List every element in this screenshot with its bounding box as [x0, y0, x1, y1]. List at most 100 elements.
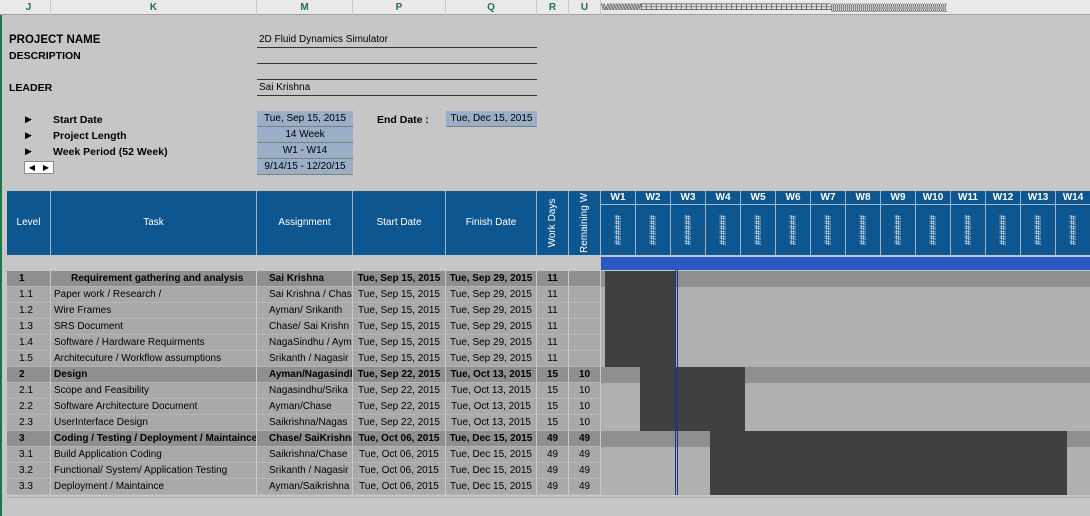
header-remaining[interactable]: Remaining W — [569, 191, 601, 255]
gantt-bar[interactable] — [709, 479, 1067, 495]
cell-start[interactable]: Tue, Sep 22, 2015 — [353, 383, 446, 399]
cell-finish[interactable]: Tue, Sep 29, 2015 — [446, 319, 537, 335]
week-header-14[interactable]: W14 ###### — [1056, 191, 1090, 255]
week-header-1[interactable]: W1 ###### — [601, 191, 636, 255]
start-date-field[interactable]: Tue, Sep 15, 2015 — [257, 111, 353, 127]
gantt-bar[interactable] — [604, 303, 675, 319]
task-row[interactable]: 2.1 Scope and Feasibility Nagasindhu/Srika… — [7, 383, 1090, 399]
week-header-9[interactable]: W9 ###### — [881, 191, 916, 255]
cell-assign[interactable]: Nagasindhu/Srika — [257, 383, 353, 399]
cell-assign[interactable]: Ayman/ Srikanth — [257, 303, 353, 319]
cell-task[interactable]: Paper work / Research / — [51, 287, 257, 303]
header-level[interactable]: Level — [7, 191, 51, 255]
cell-remain[interactable]: 49 — [569, 447, 601, 463]
cell-start[interactable]: Tue, Sep 15, 2015 — [353, 319, 446, 335]
cell-remain[interactable]: 10 — [569, 383, 601, 399]
column-header-k[interactable]: K — [51, 0, 257, 15]
cell-work[interactable]: 11 — [537, 335, 569, 351]
cell-remain[interactable]: 10 — [569, 415, 601, 431]
cell-finish[interactable]: Tue, Sep 29, 2015 — [446, 287, 537, 303]
cell-level[interactable]: 3.2 — [7, 463, 51, 479]
task-row[interactable]: 2.3 UserInterface Design Saikrishna/Nagas T… — [7, 415, 1090, 431]
scroll-right-icon[interactable]: ▶ — [39, 162, 53, 173]
cell-task[interactable]: Wire Frames — [51, 303, 257, 319]
cell-level[interactable]: 3.3 — [7, 479, 51, 495]
cell-work[interactable]: 49 — [537, 463, 569, 479]
end-date-field[interactable]: Tue, Dec 15, 2015 — [446, 111, 537, 127]
cell-assign[interactable]: Chase/ SaiKrishna — [257, 431, 353, 447]
cell-work[interactable]: 11 — [537, 351, 569, 367]
cell-finish[interactable]: Tue, Oct 13, 2015 — [446, 383, 537, 399]
cell-remain[interactable]: 49 — [569, 431, 601, 447]
cell-work[interactable]: 11 — [537, 303, 569, 319]
task-row[interactable]: 1.2 Wire Frames Ayman/ Srikanth Tue, Sep 15… — [7, 303, 1090, 319]
gantt-bar[interactable] — [604, 287, 675, 303]
cell-level[interactable]: 2.3 — [7, 415, 51, 431]
week-header-7[interactable]: W7 ###### — [811, 191, 846, 255]
task-row[interactable]: 1.1 Paper work / Research / Sai Krishna / … — [7, 287, 1090, 303]
week-header-5[interactable]: W5 ###### — [741, 191, 776, 255]
cell-start[interactable]: Tue, Sep 22, 2015 — [353, 415, 446, 431]
cell-start[interactable]: Tue, Sep 22, 2015 — [353, 367, 446, 383]
cell-level[interactable]: 2.1 — [7, 383, 51, 399]
task-row[interactable]: 1.4 Software / Hardware Requirments NagaSi… — [7, 335, 1090, 351]
week-header-6[interactable]: W6 ###### — [776, 191, 811, 255]
column-header-u[interactable]: U — [569, 0, 601, 15]
column-header-m[interactable]: M — [257, 0, 353, 15]
cell-finish[interactable]: Tue, Sep 29, 2015 — [446, 351, 537, 367]
cell-finish[interactable]: Tue, Oct 13, 2015 — [446, 367, 537, 383]
week-scroll-spinner[interactable]: ◀ ▶ — [24, 161, 54, 174]
cell-start[interactable]: Tue, Sep 15, 2015 — [353, 271, 446, 287]
task-group-row[interactable]: 3 Coding / Testing / Deployment / Maintai… — [7, 431, 1090, 447]
cell-assign[interactable]: Ayman/Nagasindh — [257, 367, 353, 383]
cell-work[interactable]: 49 — [537, 447, 569, 463]
cell-finish[interactable]: Tue, Sep 29, 2015 — [446, 335, 537, 351]
task-row[interactable]: 1.5 Architecuture / Workflow assumptions S… — [7, 351, 1090, 367]
cell-assign[interactable]: Sai Krishna — [257, 271, 353, 287]
cell-remain[interactable] — [569, 303, 601, 319]
cell-assign[interactable]: Srikanth / Nagasir — [257, 351, 353, 367]
header-task[interactable]: Task — [51, 191, 257, 255]
cell-start[interactable]: Tue, Oct 06, 2015 — [353, 479, 446, 495]
column-header-q[interactable]: Q — [446, 0, 537, 15]
cell-work[interactable]: 11 — [537, 319, 569, 335]
cell-task[interactable]: Deployment / Maintaince — [51, 479, 257, 495]
cell-task[interactable]: Functional/ System/ Application Testing — [51, 463, 257, 479]
cell-task[interactable]: Scope and Feasibility — [51, 383, 257, 399]
cell-task[interactable]: UserInterface Design — [51, 415, 257, 431]
gantt-bar[interactable] — [709, 447, 1067, 463]
cell-level[interactable]: 1.4 — [7, 335, 51, 351]
column-header-overflow[interactable]: \\\///////////////////////EEEEEEEEEEEEEE… — [601, 0, 1090, 15]
gantt-bar[interactable] — [639, 399, 745, 415]
cell-task[interactable]: Build Application Coding — [51, 447, 257, 463]
cell-start[interactable]: Tue, Sep 15, 2015 — [353, 303, 446, 319]
cell-remain[interactable]: 10 — [569, 367, 601, 383]
week-header-12[interactable]: W12 ###### — [986, 191, 1021, 255]
cell-finish[interactable]: Tue, Oct 13, 2015 — [446, 399, 537, 415]
cell-start[interactable]: Tue, Sep 15, 2015 — [353, 287, 446, 303]
gantt-bar[interactable] — [604, 351, 675, 367]
cell-task[interactable]: Architecuture / Workflow assumptions — [51, 351, 257, 367]
cell-work[interactable]: 11 — [537, 271, 569, 287]
week-header-2[interactable]: W2 ###### — [636, 191, 671, 255]
gantt-bar[interactable] — [709, 431, 1067, 447]
cell-assign[interactable]: Saikrishna/Chase — [257, 447, 353, 463]
cell-level[interactable]: 1 — [7, 271, 51, 287]
cell-remain[interactable]: 10 — [569, 399, 601, 415]
cell-finish[interactable]: Tue, Sep 29, 2015 — [446, 303, 537, 319]
cell-remain[interactable] — [569, 271, 601, 287]
gantt-bar[interactable] — [639, 415, 745, 431]
cell-assign[interactable]: Chase/ Sai Krishn — [257, 319, 353, 335]
scroll-left-icon[interactable]: ◀ — [25, 162, 39, 173]
cell-level[interactable]: 1.1 — [7, 287, 51, 303]
cell-level[interactable]: 2 — [7, 367, 51, 383]
project-length-field[interactable]: 14 Week — [257, 127, 353, 143]
cell-assign[interactable]: Srikanth / Nagasir — [257, 463, 353, 479]
cell-work[interactable]: 15 — [537, 399, 569, 415]
header-assignment[interactable]: Assignment — [257, 191, 353, 255]
cell-work[interactable]: 15 — [537, 367, 569, 383]
cell-finish[interactable]: Tue, Dec 15, 2015 — [446, 463, 537, 479]
column-header-r[interactable]: R — [537, 0, 569, 15]
cell-start[interactable]: Tue, Sep 15, 2015 — [353, 335, 446, 351]
cell-task[interactable]: SRS Document — [51, 319, 257, 335]
